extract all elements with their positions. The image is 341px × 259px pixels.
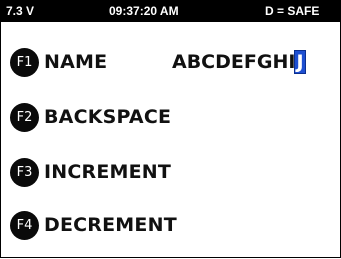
- mode-indicator: D = SAFE: [265, 4, 320, 18]
- menu-item-backspace[interactable]: F2 BACKSPACE: [10, 102, 171, 132]
- battery-voltage: 7.3 V: [6, 4, 35, 18]
- name-entry-field[interactable]: ABCDEFGHIJ: [172, 47, 306, 77]
- f3-key-badge[interactable]: F3: [10, 157, 39, 187]
- f1-key-badge[interactable]: F1: [10, 47, 39, 77]
- menu-item-label: DECREMENT: [44, 214, 177, 236]
- status-bar: 7.3 V 09:37:20 AM D = SAFE: [0, 0, 341, 22]
- menu-item-label: INCREMENT: [44, 161, 172, 183]
- name-entry-text: ABCDEFGHI: [172, 51, 296, 73]
- clock-time: 09:37:20 AM: [109, 4, 179, 18]
- f2-key-badge[interactable]: F2: [10, 102, 39, 132]
- menu-item-decrement[interactable]: F4 DECREMENT: [10, 210, 177, 240]
- menu-item-increment[interactable]: F3 INCREMENT: [10, 157, 171, 187]
- text-cursor: J: [294, 50, 306, 74]
- f4-key-badge[interactable]: F4: [10, 210, 39, 240]
- menu-item-name[interactable]: F1 NAME: [10, 47, 107, 77]
- menu-item-label: BACKSPACE: [44, 106, 172, 128]
- menu-item-label: NAME: [44, 51, 108, 73]
